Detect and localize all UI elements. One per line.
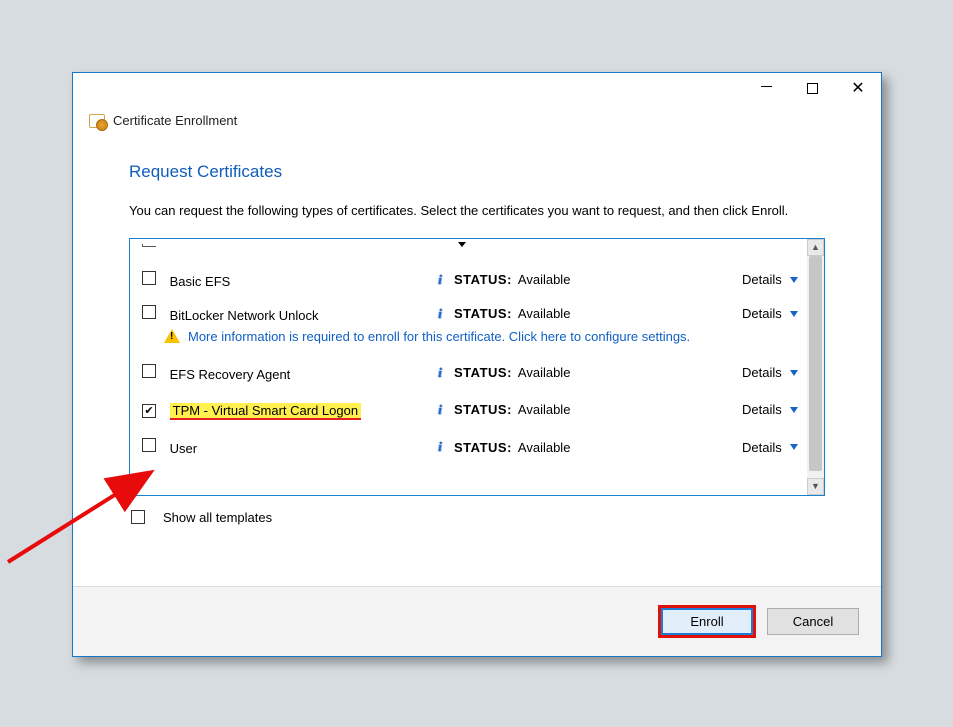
details-toggle[interactable]: Details <box>742 306 798 321</box>
status-value: Available <box>518 365 571 380</box>
titlebar: ✕ <box>73 73 881 109</box>
chevron-down-icon <box>790 311 798 317</box>
template-name: EFS Recovery Agent <box>170 367 291 382</box>
maximize-button[interactable] <box>789 73 835 103</box>
info-icon: i <box>432 439 448 455</box>
info-icon: i <box>432 402 448 418</box>
template-name: User <box>170 441 197 456</box>
status-label: STATUS: <box>454 440 512 455</box>
status-value: Available <box>518 440 571 455</box>
chevron-down-icon <box>790 444 798 450</box>
template-row-bitlocker[interactable]: BitLocker Network Unlock i STATUS: Avail… <box>130 299 807 329</box>
minimize-button[interactable] <box>743 73 789 103</box>
cancel-button[interactable]: Cancel <box>767 608 859 635</box>
section-heading: Request Certificates <box>129 162 825 182</box>
info-icon: i <box>432 306 448 322</box>
dialog-footer: Enroll Cancel <box>73 586 881 656</box>
template-row-user[interactable]: User i STATUS: Available Details <box>130 428 807 466</box>
close-button[interactable]: ✕ <box>835 73 881 103</box>
status-label: STATUS: <box>454 306 512 321</box>
intro-text: You can request the following types of c… <box>129 202 825 220</box>
info-icon: i <box>432 365 448 381</box>
scroll-up-button[interactable]: ▲ <box>807 239 824 256</box>
scroll-down-button[interactable]: ▼ <box>807 478 824 495</box>
configure-settings-link[interactable]: More information is required to enroll f… <box>188 329 690 344</box>
template-row-basic-efs[interactable]: Basic EFS i STATUS: Available Details <box>130 261 807 299</box>
certificate-icon <box>89 114 105 128</box>
chevron-down-icon <box>790 277 798 283</box>
template-list: ▲ ▼ Basic EFS i STATUS: <box>129 238 825 496</box>
bitlocker-warning-row: More information is required to enroll f… <box>130 329 807 354</box>
info-icon: i <box>432 272 448 288</box>
status-label: STATUS: <box>454 272 512 287</box>
status-value: Available <box>518 306 571 321</box>
chevron-down-icon <box>790 370 798 376</box>
show-all-label: Show all templates <box>163 510 272 525</box>
certificate-enrollment-dialog: ✕ Certificate Enrollment Request Certifi… <box>72 72 882 657</box>
template-row-tpm-smart-card[interactable]: TPM - Virtual Smart Card Logon i STATUS:… <box>130 392 807 429</box>
template-name: TPM - Virtual Smart Card Logon <box>170 403 361 418</box>
checkbox-bitlocker[interactable] <box>142 305 156 319</box>
status-label: STATUS: <box>454 365 512 380</box>
template-name: Basic EFS <box>170 274 231 289</box>
enroll-button[interactable]: Enroll <box>661 608 753 635</box>
details-toggle[interactable]: Details <box>742 440 798 455</box>
checkbox-user[interactable] <box>142 438 156 452</box>
scrollbar-thumb[interactable] <box>809 256 822 471</box>
status-value: Available <box>518 272 571 287</box>
checkbox-efs-recovery[interactable] <box>142 364 156 378</box>
details-toggle[interactable]: Details <box>742 365 798 380</box>
status-label: STATUS: <box>454 402 512 417</box>
warning-icon <box>164 329 180 343</box>
template-row-efs-recovery[interactable]: EFS Recovery Agent i STATUS: Available D… <box>130 354 807 392</box>
show-all-templates-row: Show all templates <box>131 510 825 525</box>
checkbox-show-all-templates[interactable] <box>131 510 145 524</box>
chevron-down-icon <box>790 407 798 413</box>
details-toggle[interactable]: Details <box>742 272 798 287</box>
scrollbar-track[interactable] <box>807 256 824 478</box>
checkbox-tpm-smart-card[interactable] <box>142 404 156 418</box>
template-name: BitLocker Network Unlock <box>170 308 319 323</box>
checkbox-basic-efs[interactable] <box>142 271 156 285</box>
status-value: Available <box>518 402 571 417</box>
partial-row-above <box>142 241 489 247</box>
details-toggle[interactable]: Details <box>742 402 798 417</box>
window-title: Certificate Enrollment <box>113 113 237 128</box>
